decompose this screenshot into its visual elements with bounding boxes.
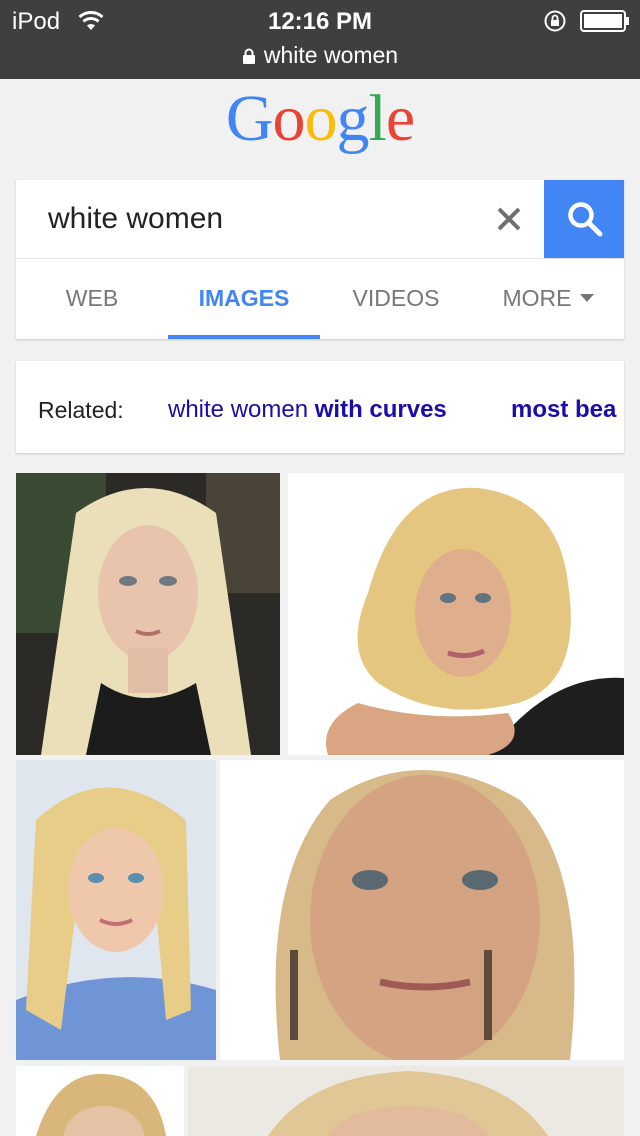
tab-label: VIDEOS	[352, 285, 440, 311]
lock-icon	[242, 48, 255, 64]
image-result-5[interactable]	[16, 1066, 184, 1136]
logo-letter: g	[336, 82, 370, 155]
url-text: white women	[263, 42, 399, 68]
photo-thumbnail	[288, 473, 624, 755]
suggestion-bold: most bea	[511, 396, 617, 423]
image-result-4[interactable]	[220, 760, 624, 1060]
related-searches: Related: white women with curves most be…	[16, 361, 624, 453]
image-result-1[interactable]	[16, 473, 280, 755]
active-tab-indicator	[168, 335, 320, 339]
status-bar: iPod 12:16 PM white women	[0, 0, 640, 79]
tab-label: WEB	[65, 285, 119, 311]
search-button[interactable]	[544, 180, 624, 258]
logo-letter: G	[225, 82, 274, 155]
photo-thumbnail	[16, 1066, 184, 1136]
logo-letter: l	[368, 82, 387, 155]
caret-down-icon	[579, 294, 594, 302]
search-input[interactable]	[16, 180, 544, 258]
logo-letter: o	[304, 82, 338, 155]
tab-more[interactable]: MORE	[472, 258, 624, 339]
tab-web[interactable]: WEB	[16, 258, 168, 339]
image-result-6[interactable]	[188, 1066, 624, 1136]
photo-thumbnail	[16, 473, 280, 755]
logo-letter: e	[385, 82, 415, 155]
tab-videos[interactable]: VIDEOS	[320, 258, 472, 339]
image-result-2[interactable]	[288, 473, 624, 755]
suggestion-plain: white women	[168, 396, 315, 423]
search-card: WEB IMAGES VIDEOS MORE	[16, 180, 624, 339]
address-bar[interactable]: white women	[0, 42, 640, 69]
image-result-3[interactable]	[16, 760, 216, 1060]
related-suggestion[interactable]: most bea	[511, 361, 616, 453]
clear-icon[interactable]	[492, 202, 526, 236]
logo-letter: o	[272, 82, 306, 155]
battery-icon	[580, 10, 629, 32]
suggestion-bold: with curves	[314, 396, 447, 423]
related-label: Related:	[38, 397, 124, 423]
tab-label: MORE	[502, 285, 572, 311]
photo-thumbnail	[220, 760, 624, 1060]
photo-thumbnail	[188, 1066, 624, 1136]
tab-images[interactable]: IMAGES	[168, 258, 320, 339]
search-icon	[568, 202, 603, 237]
photo-thumbnail	[16, 760, 216, 1060]
related-suggestion[interactable]: white women with curves	[168, 361, 447, 453]
google-logo: Google	[0, 84, 640, 154]
rotation-lock-icon	[544, 10, 566, 32]
tab-label: IMAGES	[198, 285, 290, 311]
